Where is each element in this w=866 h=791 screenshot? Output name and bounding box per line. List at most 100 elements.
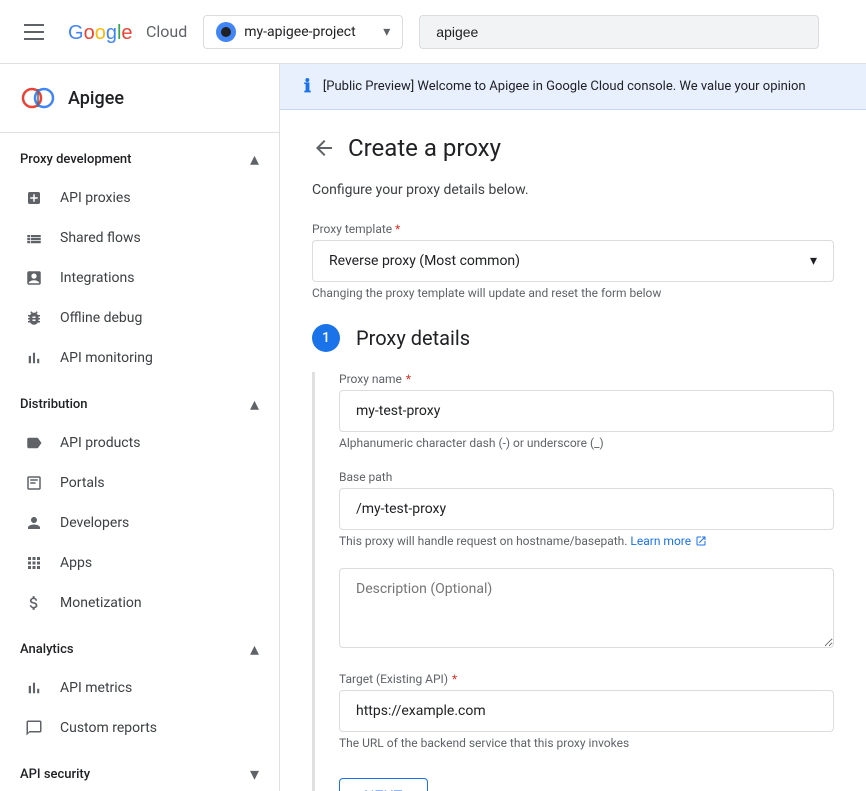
sidebar-section-analytics-items: API metrics Custom reports (0, 668, 279, 748)
project-dropdown-chevron: ▾ (383, 24, 390, 40)
google-cloud-logo[interactable]: Google Cloud (68, 20, 187, 44)
base-path-group: Base path This proxy will handle request… (339, 470, 834, 548)
search-input[interactable] (419, 15, 819, 49)
proxy-template-section: Proxy template * Reverse proxy (Most com… (312, 222, 834, 300)
sidebar-item-apps-label: Apps (60, 555, 92, 571)
step-badge: 1 (312, 324, 340, 352)
base-path-input[interactable] (339, 488, 834, 530)
sidebar-section-distribution[interactable]: Distribution ▴ (0, 378, 279, 423)
content-area: ℹ [Public Preview] Welcome to Apigee in … (280, 64, 866, 791)
sidebar-section-api-security-chevron: ▾ (250, 764, 259, 785)
sidebar-item-api-products[interactable]: API products (0, 423, 271, 463)
sidebar-section-distribution-items: API products Portals Developers Apps (0, 423, 279, 623)
sidebar-section-distribution-title: Distribution (20, 397, 88, 412)
page-content: Create a proxy Configure your proxy deta… (280, 110, 866, 791)
sidebar-item-api-metrics[interactable]: API metrics (0, 668, 271, 708)
developers-icon (24, 513, 44, 533)
sidebar-section-analytics[interactable]: Analytics ▴ (0, 623, 279, 668)
project-name: my-apigee-project (244, 24, 375, 40)
sidebar-item-offline-debug-label: Offline debug (60, 310, 142, 326)
sidebar-section-api-security-title: API security (20, 767, 90, 782)
proxy-template-dropdown[interactable]: Reverse proxy (Most common) ▾ (312, 240, 834, 282)
sidebar-section-analytics-chevron: ▴ (250, 639, 259, 660)
dropdown-chevron-icon: ▾ (810, 253, 817, 269)
sidebar-section-proxy-dev[interactable]: Proxy development ▴ (0, 133, 279, 178)
description-group (339, 568, 834, 652)
sidebar-section-proxy-dev-title: Proxy development (20, 152, 132, 167)
topbar: Google Cloud my-apigee-project ▾ (0, 0, 866, 64)
sidebar-item-api-monitoring-label: API monitoring (60, 350, 153, 366)
sidebar-brand-name: Apigee (68, 88, 124, 109)
sidebar-brand: Apigee (0, 64, 279, 133)
proxy-name-hint: Alphanumeric character dash (-) or under… (339, 436, 834, 450)
sidebar-item-custom-reports-label: Custom reports (60, 720, 157, 736)
sidebar-section-distribution-chevron: ▴ (250, 394, 259, 415)
sidebar-section-proxy-dev-items: API proxies Shared flows Integrations Of… (0, 178, 279, 378)
base-path-hint: This proxy will handle request on hostna… (339, 534, 834, 548)
target-hint: The URL of the backend service that this… (339, 736, 834, 750)
sidebar-item-api-products-label: API products (60, 435, 140, 451)
metrics-icon (24, 678, 44, 698)
target-input[interactable] (339, 690, 834, 732)
hamburger-menu-button[interactable] (16, 16, 52, 48)
proxy-name-group: Proxy name * Alphanumeric character dash… (339, 372, 834, 450)
learn-more-link[interactable]: Learn more (630, 534, 707, 548)
sidebar-section-proxy-dev-chevron: ▴ (250, 149, 259, 170)
sidebar-item-portals[interactable]: Portals (0, 463, 271, 503)
back-button[interactable] (312, 136, 336, 160)
sidebar-item-monetization[interactable]: Monetization (0, 583, 271, 623)
page-description: Configure your proxy details below. (312, 182, 834, 198)
sidebar-item-api-metrics-label: API metrics (60, 680, 132, 696)
sidebar-item-shared-flows-label: Shared flows (60, 230, 141, 246)
project-selector[interactable]: my-apigee-project ▾ (203, 15, 403, 49)
target-label: Target (Existing API) * (339, 672, 834, 686)
sidebar-item-shared-flows[interactable]: Shared flows (0, 218, 271, 258)
base-path-label: Base path (339, 470, 834, 484)
proxy-template-label: Proxy template * (312, 222, 834, 236)
sidebar-section-api-security[interactable]: API security ▾ (0, 748, 279, 791)
proxy-icon (24, 188, 44, 208)
sidebar-item-api-monitoring[interactable]: API monitoring (0, 338, 271, 378)
main-layout: Apigee Proxy development ▴ API proxies S… (0, 64, 866, 791)
proxy-name-input[interactable] (339, 390, 834, 432)
proxy-details-title: Proxy details (356, 326, 470, 350)
sidebar-item-apps[interactable]: Apps (0, 543, 271, 583)
proxy-details-header: 1 Proxy details (312, 324, 834, 352)
sidebar-item-developers[interactable]: Developers (0, 503, 271, 543)
sidebar-item-custom-reports[interactable]: Custom reports (0, 708, 271, 748)
sidebar: Apigee Proxy development ▴ API proxies S… (0, 64, 280, 791)
proxy-template-value: Reverse proxy (Most common) (329, 253, 520, 269)
debug-icon (24, 308, 44, 328)
sidebar-item-integrations[interactable]: Integrations (0, 258, 271, 298)
cloud-text: Cloud (146, 22, 187, 41)
banner-text: [Public Preview] Welcome to Apigee in Go… (323, 79, 806, 94)
sidebar-item-offline-debug[interactable]: Offline debug (0, 298, 271, 338)
sidebar-item-integrations-label: Integrations (60, 270, 134, 286)
apps-icon (24, 553, 44, 573)
page-title: Create a proxy (348, 134, 501, 162)
reports-icon (24, 718, 44, 738)
project-icon (216, 22, 236, 42)
target-group: Target (Existing API) * The URL of the b… (339, 672, 834, 750)
banner: ℹ [Public Preview] Welcome to Apigee in … (280, 64, 866, 110)
proxy-name-label: Proxy name * (339, 372, 834, 386)
sidebar-item-portals-label: Portals (60, 475, 105, 491)
proxy-template-hint: Changing the proxy template will update … (312, 286, 834, 300)
sidebar-item-api-proxies-label: API proxies (60, 190, 131, 206)
page-header: Create a proxy (312, 134, 834, 162)
sidebar-section-analytics-title: Analytics (20, 642, 74, 657)
description-input[interactable] (339, 568, 834, 648)
sidebar-item-developers-label: Developers (60, 515, 129, 531)
monitoring-icon (24, 348, 44, 368)
monetization-icon (24, 593, 44, 613)
sidebar-item-monetization-label: Monetization (60, 595, 142, 611)
sidebar-item-api-proxies[interactable]: API proxies (0, 178, 271, 218)
shared-flows-icon (24, 228, 44, 248)
info-icon: ℹ (304, 76, 311, 97)
proxy-details-card: Proxy name * Alphanumeric character dash… (312, 372, 834, 791)
integrations-icon (24, 268, 44, 288)
portals-icon (24, 473, 44, 493)
svg-text:Google: Google (68, 22, 133, 44)
next-button[interactable]: NEXT (339, 778, 428, 791)
products-icon (24, 433, 44, 453)
